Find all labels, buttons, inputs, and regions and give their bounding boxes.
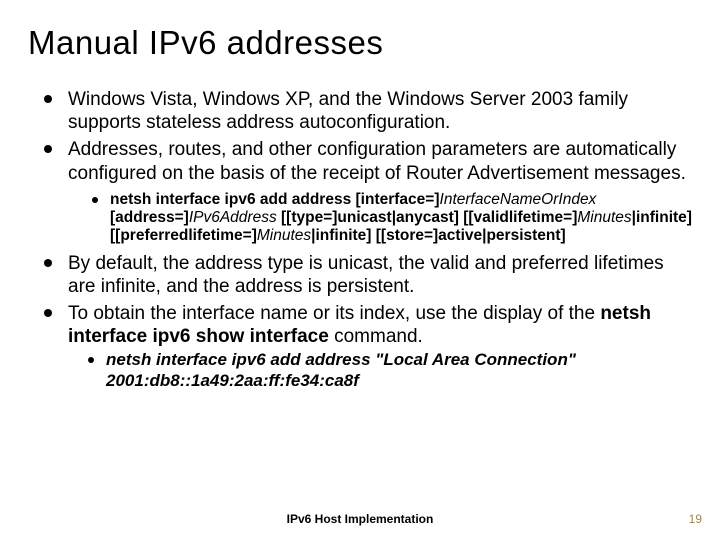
bullet-text: Windows Vista, Windows XP, and the Windo… xyxy=(68,89,628,133)
bullet-item: To obtain the interface name or its inde… xyxy=(40,302,692,391)
slide-title: Manual IPv6 addresses xyxy=(28,24,692,62)
cmd-part: [address=] xyxy=(110,209,189,226)
bullet-item: Addresses, routes, and other configurati… xyxy=(40,138,692,245)
footer-text: IPv6 Host Implementation xyxy=(0,512,720,526)
cmd-part: |infinite] [[store=]active|persistent] xyxy=(311,227,566,244)
example-command: netsh interface ipv6 add address "Local … xyxy=(106,350,576,389)
cmd-arg: IPv6Address xyxy=(189,209,277,226)
page-number: 19 xyxy=(689,512,702,526)
cmd-arg: InterfaceNameOrIndex xyxy=(440,191,597,208)
bullet-item: By default, the address type is unicast,… xyxy=(40,252,692,298)
bullet-item: Windows Vista, Windows XP, and the Windo… xyxy=(40,88,692,134)
bullet-text-post: command. xyxy=(329,326,423,347)
sub-bullet-list: netsh interface ipv6 add address [interf… xyxy=(68,191,692,246)
slide: Manual IPv6 addresses Windows Vista, Win… xyxy=(0,0,720,540)
cmd-arg: Minutes xyxy=(577,209,631,226)
cmd-part: [[type=]unicast|anycast] [[validlifetime… xyxy=(277,209,578,226)
cmd-arg: Minutes xyxy=(257,227,311,244)
bullet-text: Addresses, routes, and other configurati… xyxy=(68,139,686,183)
bullet-list: Windows Vista, Windows XP, and the Windo… xyxy=(28,88,692,391)
cmd-part: [interface=] xyxy=(356,191,440,208)
example-list: netsh interface ipv6 add address "Local … xyxy=(68,350,692,391)
bullet-text-pre: To obtain the interface name or its inde… xyxy=(68,303,600,324)
cmd-part: netsh interface ipv6 add address xyxy=(110,191,356,208)
bullet-text: By default, the address type is unicast,… xyxy=(68,253,664,297)
command-syntax: netsh interface ipv6 add address [interf… xyxy=(90,191,692,246)
example-item: netsh interface ipv6 add address "Local … xyxy=(86,350,692,391)
